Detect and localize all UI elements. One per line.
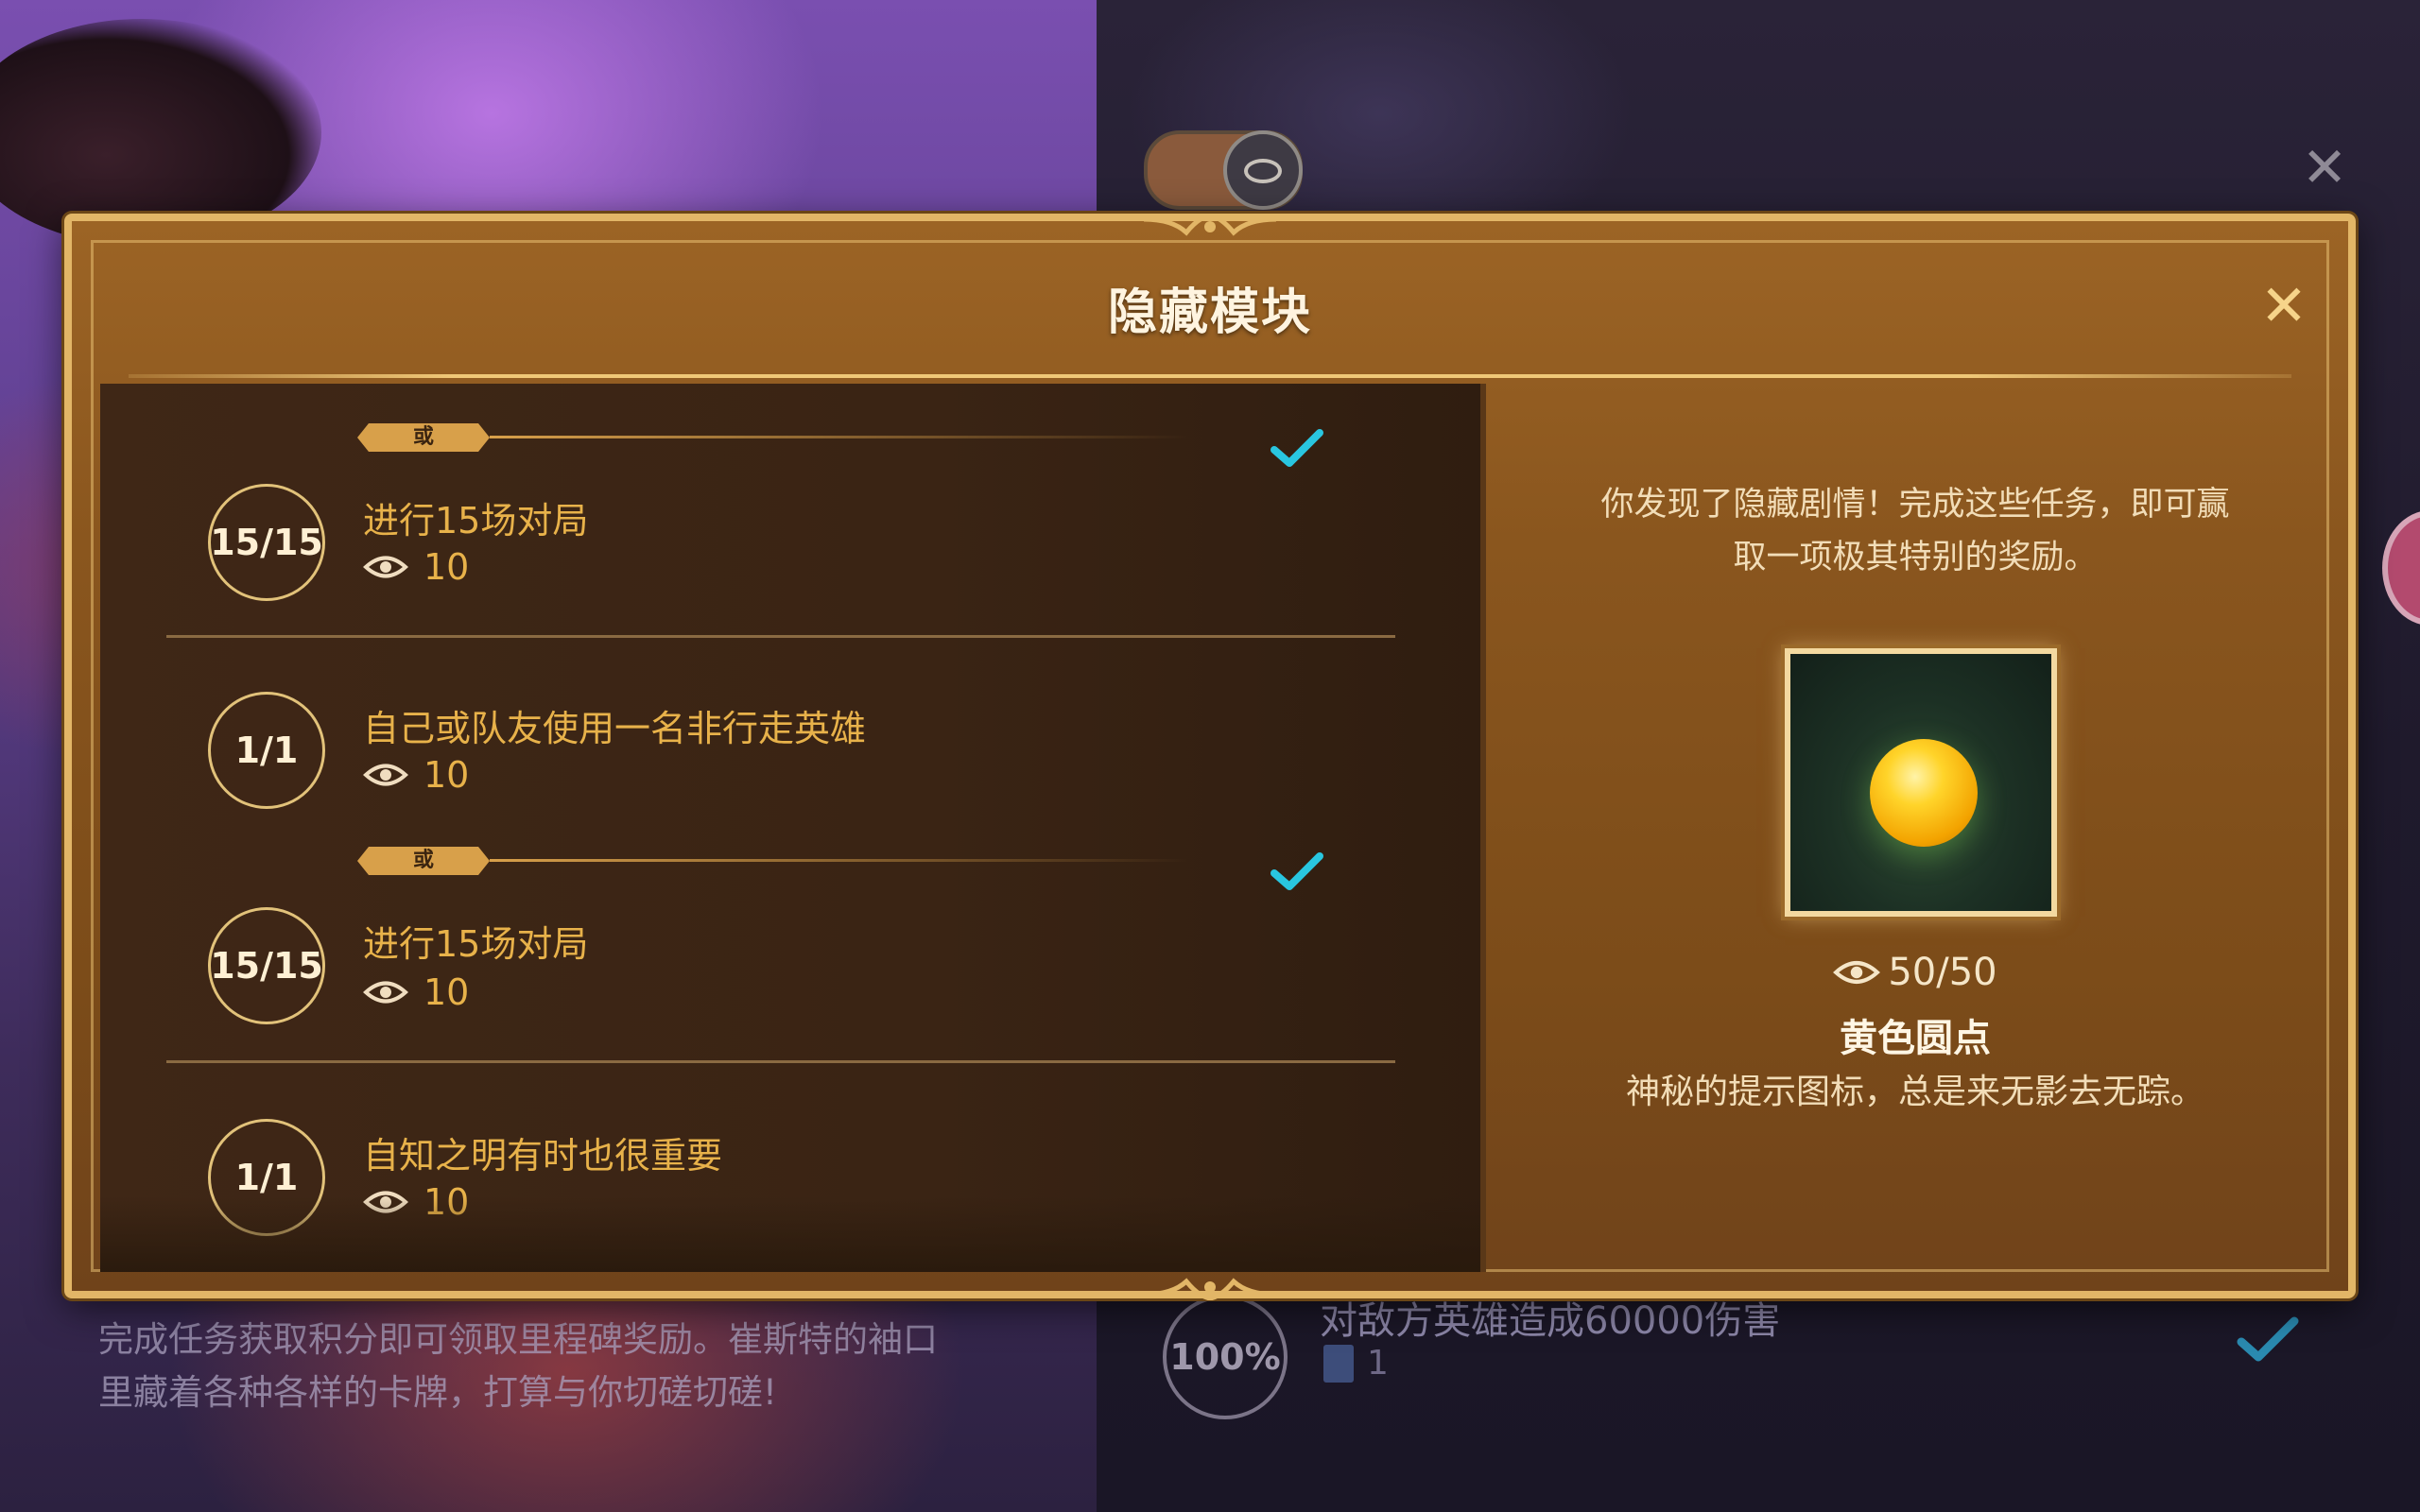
check-icon (1270, 429, 1323, 467)
task-reward-value: 10 (424, 546, 470, 588)
task-progress-ring: 1/1 (208, 692, 325, 809)
background-close-icon[interactable]: ✕ (2299, 140, 2350, 195)
task-divider (166, 1060, 1395, 1063)
eye-icon (1833, 961, 1881, 984)
task-progress-ring: 15/15 (208, 907, 325, 1024)
task-reward: 10 (363, 546, 469, 588)
top-ornament-icon (1144, 214, 1276, 236)
background-description-line: 完成任务获取积分即可领取里程碑奖励。崔斯特的袖口 (98, 1319, 938, 1360)
reward-panel: 你发现了隐藏剧情！完成这些任务，即可赢 取一项极其特别的奖励。 50/50 黄色… (1486, 384, 2344, 1272)
task-reward: 10 (363, 754, 469, 796)
task-list[interactable]: 或 15/15 进行15场对局 10 1/1 自己或队友使用一名非行走英雄 10… (100, 384, 1486, 1272)
background-description-line: 里藏着各种各样的卡牌，打算与你切磋切磋! (98, 1372, 777, 1413)
or-label: 或 (412, 425, 434, 449)
task-reward: 10 (363, 1181, 469, 1223)
eye-icon (363, 981, 408, 1004)
task-progress-ring: 15/15 (208, 484, 325, 601)
task-reward-value: 10 (424, 1181, 470, 1223)
or-badge: 或 (357, 423, 490, 452)
reward-intro-line: 你发现了隐藏剧情！完成这些任务，即可赢 (1600, 486, 2230, 524)
background-description: 完成任务获取积分即可领取里程碑奖励。崔斯特的袖口 里藏着各种各样的卡牌，打算与你… (98, 1314, 987, 1419)
task-divider (166, 635, 1395, 638)
toggle-eye-icon (1223, 130, 1303, 210)
reward-description: 神秘的提示图标，总是来无影去无踪。 (1625, 1073, 2204, 1111)
reward-intro: 你发现了隐藏剧情！完成这些任务，即可赢 取一项极其特别的奖励。 (1543, 478, 2288, 584)
or-divider-line (490, 859, 1189, 862)
hidden-module-dialog: 隐藏模块 ✕ 或 15/15 进行15场对局 10 1/1 自己或队友使用一名非… (64, 214, 2356, 1300)
reward-cost: 50/50 (1486, 951, 2344, 994)
or-divider-line (490, 436, 1189, 438)
yellow-dot-icon (1870, 739, 1978, 847)
reward-name: 黄色圆点 (1840, 1017, 1991, 1060)
eye-icon (363, 764, 408, 786)
background-task-progress: 100% (1163, 1295, 1288, 1419)
task-progress-ring: 1/1 (208, 1119, 325, 1236)
task-name: 进行15场对局 (363, 923, 589, 965)
or-label: 或 (412, 849, 434, 872)
eye-icon (363, 556, 408, 578)
task-name: 自己或队友使用一名非行走英雄 (363, 708, 867, 749)
reward-cost-value: 50/50 (1888, 951, 1997, 994)
dialog-title: 隐藏模块 (1107, 284, 1312, 341)
bottom-ornament-icon (1144, 1278, 1276, 1300)
close-icon[interactable]: ✕ (2256, 278, 2312, 335)
visibility-toggle[interactable] (1144, 130, 1303, 210)
reward-intro-line: 取一项极其特别的奖励。 (1733, 539, 2098, 576)
background-task-reward-value: 1 (1367, 1344, 1389, 1383)
task-reward: 10 (363, 971, 469, 1013)
task-name: 自知之明有时也很重要 (363, 1135, 723, 1177)
task-name: 进行15场对局 (363, 500, 589, 541)
title-divider (129, 374, 2291, 378)
eye-icon (363, 1191, 408, 1213)
card-icon (1323, 1344, 1354, 1383)
background-check-icon (2237, 1316, 2299, 1362)
task-reward-value: 10 (424, 971, 470, 1013)
or-badge: 或 (357, 847, 490, 875)
check-icon (1270, 852, 1323, 890)
reward-image[interactable] (1785, 648, 2057, 917)
task-reward-value: 10 (424, 754, 470, 796)
background-task-reward: 1 (1323, 1344, 1389, 1383)
